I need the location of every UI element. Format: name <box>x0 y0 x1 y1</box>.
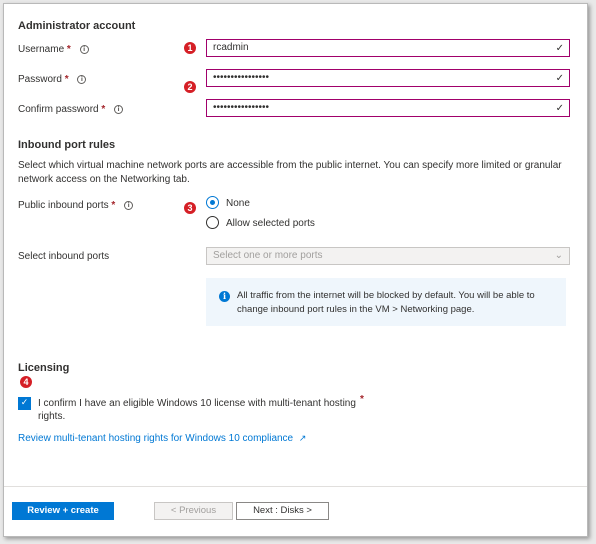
confirm-password-value: •••••••••••••••• <box>213 102 270 113</box>
radio-none[interactable] <box>206 196 219 209</box>
password-field[interactable]: •••••••••••••••• ✓ <box>206 69 570 87</box>
step-badge-4: 4 <box>20 376 32 388</box>
password-value: •••••••••••••••• <box>213 72 270 83</box>
username-field[interactable]: rcadmin ✓ <box>206 39 570 57</box>
next-disks-button[interactable]: Next : Disks > <box>236 502 329 520</box>
step-badge-2: 2 <box>184 81 196 93</box>
radio-allow-selected[interactable] <box>206 216 219 229</box>
chevron-down-icon: ⌄ <box>554 250 563 261</box>
review-create-button[interactable]: Review + create <box>12 502 114 520</box>
username-label: Username * i <box>18 44 89 55</box>
inbound-description: Select which virtual machine network por… <box>18 160 562 185</box>
inbound-section-title: Inbound port rules <box>18 139 116 151</box>
confirm-password-label-text: Confirm password <box>18 104 99 115</box>
required-mark: * <box>360 394 364 405</box>
previous-button[interactable]: < Previous <box>154 502 233 520</box>
license-compliance-link-text: Review multi-tenant hosting rights for W… <box>18 433 294 444</box>
license-confirm-text: I confirm I have an eligible Windows 10 … <box>38 398 356 422</box>
info-banner: i All traffic from the internet will be … <box>206 278 566 326</box>
select-ports-label: Select inbound ports <box>18 251 110 262</box>
public-ports-label-text: Public inbound ports <box>18 200 109 211</box>
valid-check-icon: ✓ <box>555 43 564 54</box>
dropdown-placeholder: Select one or more ports <box>213 250 323 261</box>
required-mark: * <box>101 104 106 115</box>
step-badge-1: 1 <box>184 42 196 54</box>
confirm-password-field[interactable]: •••••••••••••••• ✓ <box>206 99 570 117</box>
info-banner-text: All traffic from the internet will be bl… <box>237 290 535 315</box>
required-mark: * <box>66 44 71 55</box>
radio-none-label: None <box>226 198 250 209</box>
required-mark: * <box>111 200 116 211</box>
step-badge-3: 3 <box>184 202 196 214</box>
info-icon[interactable]: i <box>79 44 89 54</box>
vm-create-form: Administrator account Username * i 1 rca… <box>3 3 588 537</box>
username-value: rcadmin <box>213 42 249 53</box>
info-icon[interactable]: i <box>114 104 124 114</box>
valid-check-icon: ✓ <box>555 73 564 84</box>
external-link-icon: ↗ <box>298 434 307 444</box>
licensing-section-title: Licensing <box>18 362 70 374</box>
info-icon[interactable]: i <box>124 200 134 210</box>
valid-check-icon: ✓ <box>555 103 564 114</box>
license-confirm-checkbox[interactable]: ✓ <box>18 397 31 410</box>
license-compliance-link[interactable]: Review multi-tenant hosting rights for W… <box>18 433 306 444</box>
username-label-text: Username <box>18 44 65 55</box>
admin-section-title: Administrator account <box>18 20 136 32</box>
public-ports-label: Public inbound ports * i <box>18 200 134 211</box>
footer-divider <box>4 486 587 487</box>
radio-allow-label: Allow selected ports <box>226 218 315 229</box>
info-filled-icon: i <box>219 291 230 302</box>
password-label-text: Password <box>18 74 62 85</box>
info-icon[interactable]: i <box>77 74 87 84</box>
confirm-password-label: Confirm password * i <box>18 104 124 115</box>
inbound-ports-dropdown[interactable]: Select one or more ports ⌄ <box>206 247 570 265</box>
required-mark: * <box>64 74 69 85</box>
password-label: Password * i <box>18 74 87 85</box>
